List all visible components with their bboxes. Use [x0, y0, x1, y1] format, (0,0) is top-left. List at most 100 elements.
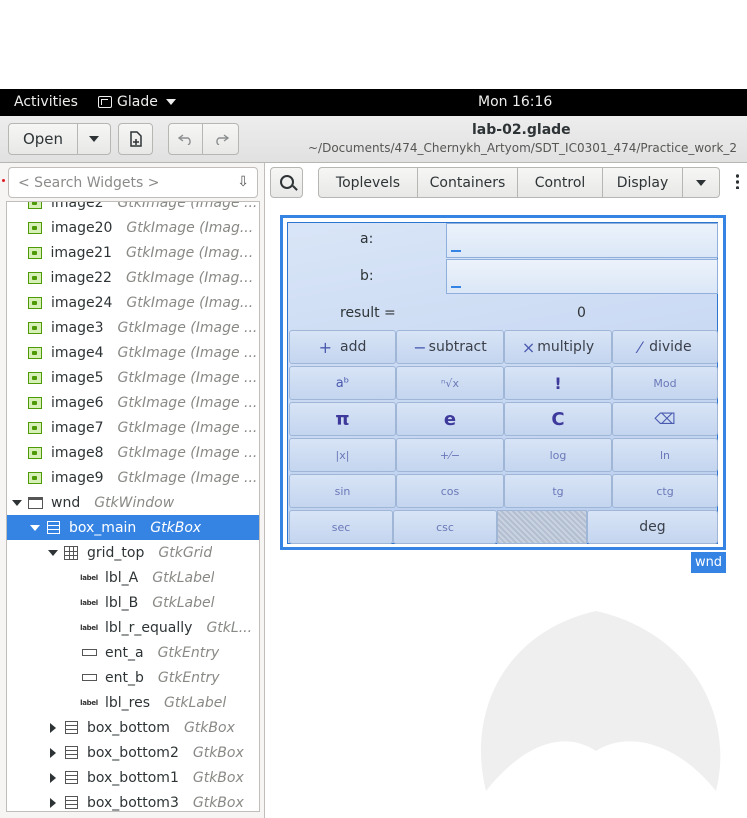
activities-button[interactable]: Activities	[14, 94, 78, 110]
tree-row-box_bottom1[interactable]: box_bottom1 GtkBox	[7, 765, 259, 790]
tree-row-image20[interactable]: image20 GtkImage (Imag...	[7, 215, 259, 240]
widget-type: GtkBox	[192, 794, 244, 811]
tree-row-box_main[interactable]: box_main GtkBox	[7, 515, 259, 540]
collapse-arrow-icon[interactable]	[11, 499, 23, 506]
tab-control[interactable]: Control	[517, 167, 603, 198]
subtract-button[interactable]: − subtract	[396, 330, 504, 364]
calculator-window[interactable]: a: b: result = 0 + add − subtract × multipl…	[287, 222, 718, 544]
tree-row-image21[interactable]: image21 GtkImage (Image...	[7, 240, 259, 265]
collapse-arrow-icon[interactable]	[47, 549, 59, 556]
sec-button[interactable]: sec	[289, 510, 393, 544]
expand-arrow-icon[interactable]	[47, 722, 59, 733]
expand-arrow-icon[interactable]	[47, 797, 59, 808]
widget-name: image20	[51, 219, 113, 236]
tree-row-image9[interactable]: image9 GtkImage (Image ...	[7, 465, 259, 490]
palette-search-button[interactable]	[270, 167, 303, 198]
redo-button[interactable]	[202, 123, 239, 155]
add-label: add	[340, 339, 367, 355]
undo-button[interactable]	[168, 123, 203, 155]
label-glyph: label	[80, 698, 98, 707]
divide-button[interactable]: ⁄ divide	[612, 330, 718, 364]
e-button[interactable]: e	[396, 402, 504, 436]
sin-button[interactable]: sin	[289, 474, 396, 508]
multiply-button[interactable]: × multiply	[504, 330, 612, 364]
factorial-button[interactable]: !	[504, 366, 612, 400]
tree-row-image24[interactable]: image24 GtkImage (Imag...	[7, 290, 259, 315]
tree-row-box_bottom2[interactable]: box_bottom2 GtkBox	[7, 740, 259, 765]
widget-type: GtkImage (Imag...	[126, 294, 254, 311]
tab-toplevels[interactable]: Toplevels	[318, 167, 418, 198]
entry-glyph	[81, 674, 97, 681]
label-result: result =	[340, 305, 396, 321]
tree-row-image4[interactable]: image4 GtkImage (Image ...	[7, 340, 259, 365]
tab-containers[interactable]: Containers	[417, 167, 518, 198]
widget-type: GtkL...	[206, 619, 253, 636]
new-document-button[interactable]	[118, 123, 153, 155]
collapse-arrow-icon[interactable]	[29, 524, 41, 531]
root-button[interactable]: ⁿ√x	[396, 366, 504, 400]
ctg-button[interactable]: ctg	[612, 474, 718, 508]
pick-widget-icon[interactable]: ⇩	[237, 174, 249, 190]
widget-type: GtkImage (Image ...	[117, 469, 258, 486]
factorial-icon: !	[554, 373, 562, 393]
backspace-button[interactable]: ⌫	[612, 402, 718, 436]
tab-display[interactable]: Display	[602, 167, 683, 198]
label-widget-icon: label	[80, 621, 98, 635]
tree-row-lbl_r_equally[interactable]: label lbl_r_equally GtkL...	[7, 615, 259, 640]
mod-button[interactable]: Mod	[612, 366, 718, 400]
tree-row-image5[interactable]: image5 GtkImage (Image ...	[7, 365, 259, 390]
tree-row-lbl_A[interactable]: label lbl_A GtkLabel	[7, 565, 259, 590]
widget-type: GtkBox	[183, 719, 235, 736]
menu-icon[interactable]	[736, 173, 739, 189]
csc-button[interactable]: csc	[393, 510, 497, 544]
tree-row-image2[interactable]: image2 GtkImage (Image ...	[7, 202, 259, 215]
tree-row-box_bottom[interactable]: box_bottom GtkBox	[7, 715, 259, 740]
empty-placeholder-slot[interactable]	[497, 510, 587, 544]
window-tag[interactable]: wnd	[691, 552, 726, 573]
widget-search-input[interactable]: < Search Widgets > ⇩	[8, 167, 258, 198]
tree-row-image7[interactable]: image7 GtkImage (Image ...	[7, 415, 259, 440]
image-widget-icon	[27, 421, 43, 435]
expand-arrow-icon[interactable]	[47, 747, 59, 758]
widget-type: GtkImage (Imag...	[126, 219, 254, 236]
tree-row-ent_a[interactable]: ent_a GtkEntry	[7, 640, 259, 665]
add-button[interactable]: + add	[289, 330, 396, 364]
clear-button[interactable]: C	[504, 402, 612, 436]
tree-row-image22[interactable]: image22 GtkImage (Image...	[7, 265, 259, 290]
plusminus-button[interactable]: +⁄−	[396, 438, 504, 472]
pi-button[interactable]: π	[289, 402, 396, 436]
tree-row-image8[interactable]: image8 GtkImage (Image ...	[7, 440, 259, 465]
open-recent-button[interactable]	[77, 123, 111, 155]
widget-tree[interactable]: image2 GtkImage (Image ... image20 GtkImage…	[6, 201, 260, 812]
palette-more-button[interactable]	[682, 167, 720, 198]
clock[interactable]: Mon 16:16	[478, 94, 552, 110]
open-button[interactable]: Open	[8, 123, 78, 155]
image-glyph	[28, 296, 42, 309]
tree-row-lbl_res[interactable]: label lbl_res GtkLabel	[7, 690, 259, 715]
tree-row-image6[interactable]: image6 GtkImage (Image ...	[7, 390, 259, 415]
tree-row-lbl_B[interactable]: label lbl_B GtkLabel	[7, 590, 259, 615]
divide-icon: ⁄	[638, 337, 642, 357]
app-menu[interactable]: Glade	[98, 94, 176, 110]
tree-row-ent_b[interactable]: ent_b GtkEntry	[7, 665, 259, 690]
widget-name: box_bottom	[87, 719, 170, 736]
widget-name: wnd	[51, 494, 81, 511]
tg-button[interactable]: tg	[504, 474, 612, 508]
tree-row-wnd[interactable]: wnd GtkWindow	[7, 490, 259, 515]
tree-row-box_bottom3[interactable]: box_bottom3 GtkBox	[7, 790, 259, 811]
ln-button[interactable]: ln	[612, 438, 718, 472]
expand-arrow-icon[interactable]	[47, 772, 59, 783]
cos-button[interactable]: cos	[396, 474, 504, 508]
search-icon	[280, 175, 294, 189]
abs-button[interactable]: |x|	[289, 438, 396, 472]
deg-button[interactable]: deg	[587, 510, 718, 544]
tree-row-grid_top[interactable]: grid_top GtkGrid	[7, 540, 259, 565]
tree-row-image3[interactable]: image3 GtkImage (Image ...	[7, 315, 259, 340]
entry-a[interactable]	[446, 223, 718, 258]
power-button[interactable]: aᵇ	[289, 366, 396, 400]
log-button[interactable]: log	[504, 438, 612, 472]
widget-name: image7	[51, 419, 104, 436]
widget-name: box_bottom1	[87, 769, 179, 786]
image-glyph	[28, 346, 42, 359]
entry-b[interactable]	[446, 259, 718, 294]
